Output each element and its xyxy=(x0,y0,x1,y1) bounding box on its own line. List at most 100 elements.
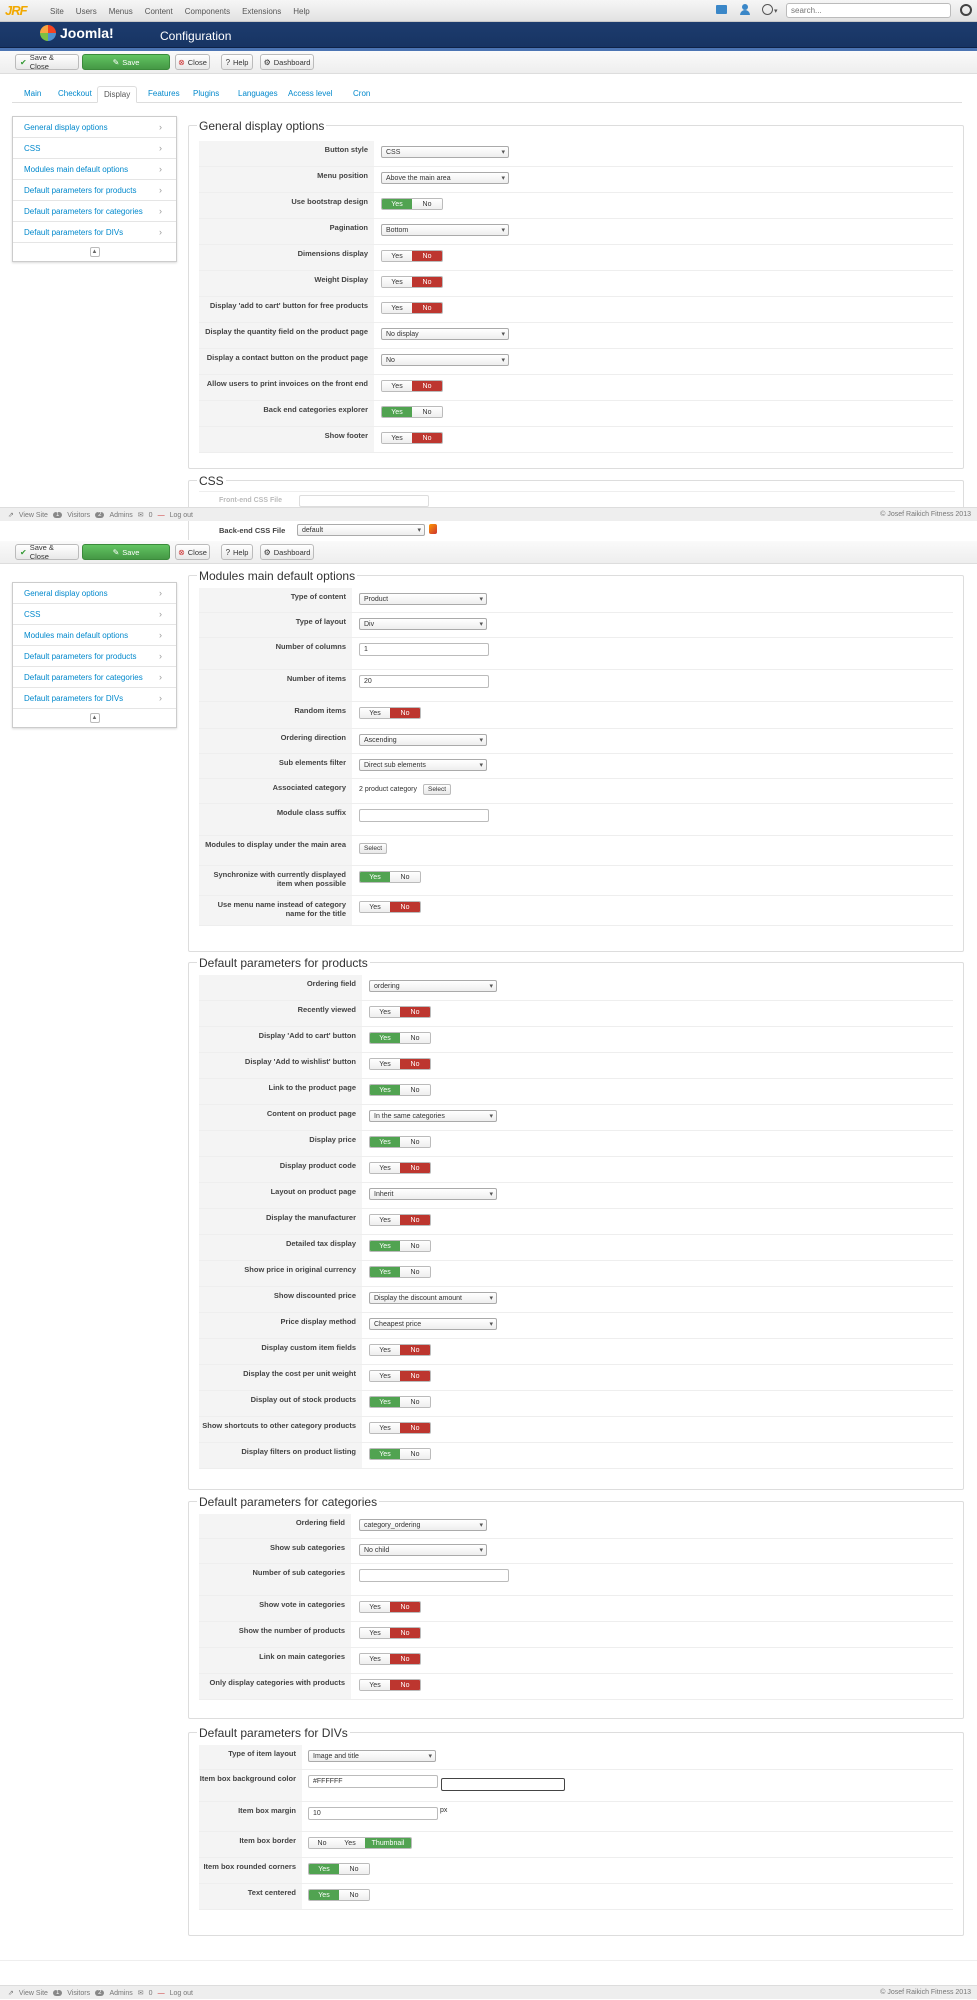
color-swatch[interactable] xyxy=(441,1778,565,1791)
yes-no-toggle[interactable]: Yes No xyxy=(369,1058,431,1070)
text-input[interactable]: 20 xyxy=(359,675,489,688)
tab-access-level[interactable]: Access level xyxy=(282,86,338,103)
topnav-item-site[interactable]: Site xyxy=(44,7,70,16)
edit-css-icon[interactable] xyxy=(429,524,437,534)
select-dropdown[interactable]: No xyxy=(381,354,509,366)
save-close-button[interactable]: ✔ Save & Close xyxy=(15,53,79,71)
select-dropdown[interactable]: category_ordering xyxy=(359,1519,487,1531)
toggle-option-no[interactable]: No xyxy=(400,1345,430,1355)
select-button[interactable]: Select xyxy=(359,843,388,854)
yes-no-toggle[interactable]: Yes No xyxy=(359,707,421,719)
yes-no-toggle[interactable]: Yes No xyxy=(369,1448,431,1460)
yes-no-toggle[interactable]: Yes No xyxy=(381,198,443,210)
toggle-option-yes[interactable]: Yes xyxy=(382,277,412,287)
toggle-option-no[interactable]: No xyxy=(390,902,420,912)
yes-no-toggle[interactable]: Yes No xyxy=(381,432,443,444)
toggle-option-yes[interactable]: Yes xyxy=(370,1215,400,1225)
toggle-option-no[interactable]: No xyxy=(400,1423,430,1433)
yes-no-toggle[interactable]: Yes No xyxy=(369,1136,431,1148)
toggle-option-no[interactable]: No xyxy=(390,708,420,718)
toggle-option-no[interactable]: No xyxy=(390,1628,420,1638)
topnav-item-menus[interactable]: Menus xyxy=(103,7,139,16)
collapse-up-icon[interactable]: ▲ xyxy=(89,713,100,723)
select-dropdown[interactable]: Above the main area xyxy=(381,172,509,184)
chevron-down-icon[interactable]: ▾ xyxy=(774,7,778,15)
toggle-option-yes[interactable]: Yes xyxy=(360,1602,390,1612)
gear-icon[interactable] xyxy=(960,4,972,16)
select-dropdown[interactable]: Inherit xyxy=(369,1188,497,1200)
toggle-option-no[interactable]: No xyxy=(412,381,442,391)
toggle-option-yes[interactable]: Yes xyxy=(370,1397,400,1407)
toggle-option-yes[interactable]: Yes xyxy=(360,872,390,882)
select-button[interactable]: Select xyxy=(423,784,452,795)
yes-no-toggle[interactable]: Yes No xyxy=(381,250,443,262)
yes-no-toggle[interactable]: Yes No xyxy=(369,1214,431,1226)
toggle-option-no[interactable]: No xyxy=(390,1654,420,1664)
select-dropdown[interactable]: Cheapest price xyxy=(369,1318,497,1330)
frontend-css-select[interactable] xyxy=(299,495,429,507)
yes-no-toggle[interactable]: Yes No xyxy=(369,1240,431,1252)
select-dropdown[interactable]: No display xyxy=(381,328,509,340)
user-icon[interactable] xyxy=(740,4,750,15)
select-dropdown[interactable]: CSS xyxy=(381,146,509,158)
sidebar-item-3[interactable]: Modules main default options › xyxy=(13,625,176,646)
toggle-option-no[interactable]: No xyxy=(309,1838,335,1848)
sidebar-item-5[interactable]: Default parameters for categories › xyxy=(13,201,176,222)
tab-main[interactable]: Main xyxy=(18,86,47,103)
yes-no-toggle[interactable]: Yes No xyxy=(359,871,421,883)
yes-no-toggle[interactable]: Yes No xyxy=(369,1162,431,1174)
toggle-option-yes[interactable]: Yes xyxy=(382,251,412,261)
monitor-icon[interactable] xyxy=(716,5,727,14)
topnav-item-content[interactable]: Content xyxy=(139,7,179,16)
sidebar-item-1[interactable]: General display options › xyxy=(13,117,176,138)
sidebar-item-2[interactable]: CSS › xyxy=(13,604,176,625)
logout-link[interactable]: Log out xyxy=(170,1990,193,1997)
toggle-option-yes[interactable]: Yes xyxy=(370,1059,400,1069)
tab-cron[interactable]: Cron xyxy=(347,86,376,103)
yes-no-toggle[interactable]: Yes No xyxy=(381,380,443,392)
select-dropdown[interactable]: Display the discount amount xyxy=(369,1292,497,1304)
sidebar-item-6[interactable]: Default parameters for DIVs › xyxy=(13,222,176,243)
help-button[interactable]: ? Help xyxy=(221,544,253,560)
toggle-option-no[interactable]: No xyxy=(412,303,442,313)
yes-no-toggle[interactable]: Yes No xyxy=(359,1627,421,1639)
yes-no-toggle[interactable]: Yes No xyxy=(369,1084,431,1096)
close-button[interactable]: ⊗ Close xyxy=(175,544,210,560)
toggle-option-no[interactable]: No xyxy=(400,1163,430,1173)
toggle-option-yes[interactable]: Yes xyxy=(370,1163,400,1173)
select-dropdown[interactable]: Div xyxy=(359,618,487,630)
view-site-link[interactable]: View Site xyxy=(19,512,48,519)
save-button[interactable]: ✎ Save xyxy=(82,544,170,560)
toggle-option-yes[interactable]: Yes xyxy=(309,1864,339,1874)
dashboard-button[interactable]: ⚙ Dashboard xyxy=(260,54,314,70)
toggle-option-yes[interactable]: Yes xyxy=(370,1267,400,1277)
help-circle-icon[interactable] xyxy=(762,4,773,15)
toggle-option-yes[interactable]: Yes xyxy=(360,708,390,718)
toggle-option-no[interactable]: No xyxy=(412,433,442,443)
yes-no-toggle[interactable]: Yes No xyxy=(381,302,443,314)
select-dropdown[interactable]: Bottom xyxy=(381,224,509,236)
yes-no-toggle[interactable]: Yes No xyxy=(369,1370,431,1382)
toggle-option-yes[interactable]: Yes xyxy=(360,902,390,912)
toggle-option-no[interactable]: No xyxy=(412,199,442,209)
toggle-option-no[interactable]: No xyxy=(339,1864,369,1874)
search-input[interactable] xyxy=(786,3,951,18)
toggle-option-no[interactable]: No xyxy=(400,1059,430,1069)
select-dropdown[interactable]: In the same categories xyxy=(369,1110,497,1122)
yes-no-toggle[interactable]: Yes No xyxy=(369,1266,431,1278)
yes-no-toggle[interactable]: Yes No xyxy=(369,1422,431,1434)
toggle-option-no[interactable]: No xyxy=(390,1602,420,1612)
toggle-option-yes[interactable]: Yes xyxy=(382,433,412,443)
tab-features[interactable]: Features xyxy=(142,86,186,103)
save-close-button[interactable]: ✔ Save & Close xyxy=(15,543,79,561)
help-button[interactable]: ? Help xyxy=(221,54,253,70)
yes-no-toggle[interactable]: Yes No xyxy=(359,901,421,913)
sidebar-item-6[interactable]: Default parameters for DIVs › xyxy=(13,688,176,709)
toggle-option-yes[interactable]: Yes xyxy=(370,1085,400,1095)
toggle-option-no[interactable]: No xyxy=(400,1215,430,1225)
toggle-option-no[interactable]: No xyxy=(400,1241,430,1251)
yes-no-toggle[interactable]: Yes No xyxy=(359,1601,421,1613)
yes-no-toggle[interactable]: Yes No xyxy=(369,1396,431,1408)
toggle-option-no[interactable]: No xyxy=(400,1267,430,1277)
toggle-option-yes[interactable]: Yes xyxy=(382,407,412,417)
